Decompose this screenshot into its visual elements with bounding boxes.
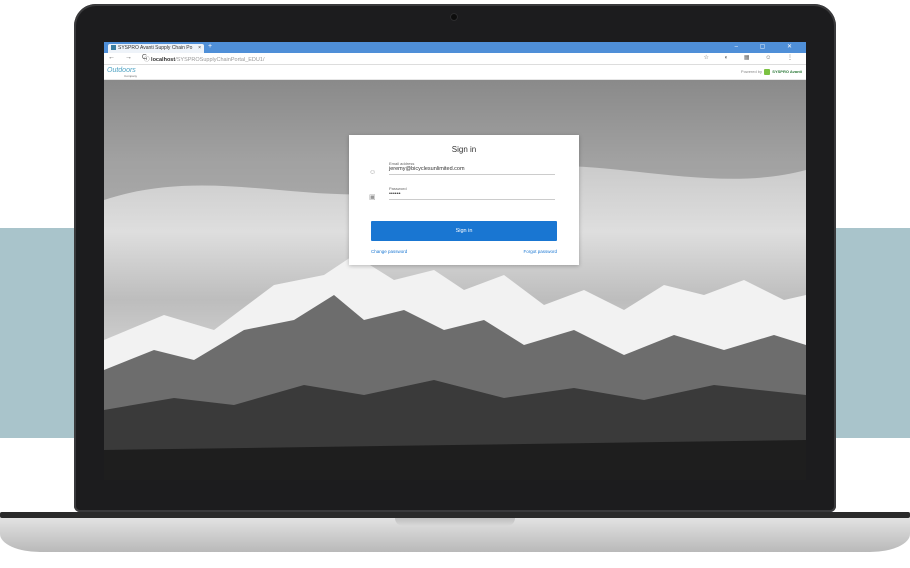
laptop-notch [395, 518, 515, 526]
lock-icon: ▣ [369, 194, 376, 201]
syspro-logo-icon [764, 69, 771, 75]
url-path: /SYSPROSupplyChainPortal_EDU1/ [175, 57, 265, 63]
new-tab-button[interactable]: + [208, 43, 212, 50]
laptop-lid: SYSPRO Avanti Supply Chain Po × + – ▢ ✕ … [74, 4, 836, 512]
laptop-screen: SYSPRO Avanti Supply Chain Po × + – ▢ ✕ … [104, 42, 806, 480]
powered-by-label: Powered by [740, 69, 763, 75]
window-controls[interactable]: – ▢ ✕ [735, 43, 802, 50]
email-input[interactable]: jeremy@bicyclesunlimited.com [389, 166, 555, 175]
camera-icon [450, 13, 458, 21]
signin-title: Sign in [451, 145, 477, 154]
address-bar: ← → C ⓘ localhost/SYSPROSupplyChainPorta… [104, 53, 806, 65]
tab-title: SYSPRO Avanti Supply Chain Po [118, 45, 193, 51]
company-logo[interactable]: Outdoors Company [107, 67, 137, 78]
forgot-password-link[interactable]: Forgot password [523, 249, 557, 254]
signin-button[interactable]: Sign in [371, 221, 557, 241]
favicon-icon [111, 45, 116, 51]
password-input[interactable]: •••••• [389, 191, 555, 200]
app-header: Outdoors Company Powered by SYSPRO Avant… [104, 65, 806, 80]
browser-tab-bar: SYSPRO Avanti Supply Chain Po × + – ▢ ✕ [104, 42, 806, 53]
user-icon: ☺ [369, 169, 377, 176]
change-password-link[interactable]: Change password [371, 249, 407, 254]
browser-toolbar-icons[interactable]: ☆ ◐ ▦ ☺ ⋮ [704, 54, 800, 61]
url-host: localhost [151, 57, 176, 63]
browser-tab[interactable]: SYSPRO Avanti Supply Chain Po × [108, 44, 204, 53]
info-icon[interactable]: ⓘ [144, 57, 150, 63]
signin-card: Sign in ☺ Email address jeremy@bicyclesu… [349, 135, 579, 265]
logo-text: Outdoors [107, 67, 136, 74]
syspro-brand: SYSPRO Avanti [772, 69, 802, 75]
powered-by: Powered by SYSPRO Avanti [741, 69, 802, 75]
url-field[interactable]: ⓘ localhost/SYSPROSupplyChainPortal_EDU1… [144, 55, 264, 63]
tab-close-icon[interactable]: × [198, 44, 201, 53]
logo-subtext: Company [124, 74, 137, 78]
